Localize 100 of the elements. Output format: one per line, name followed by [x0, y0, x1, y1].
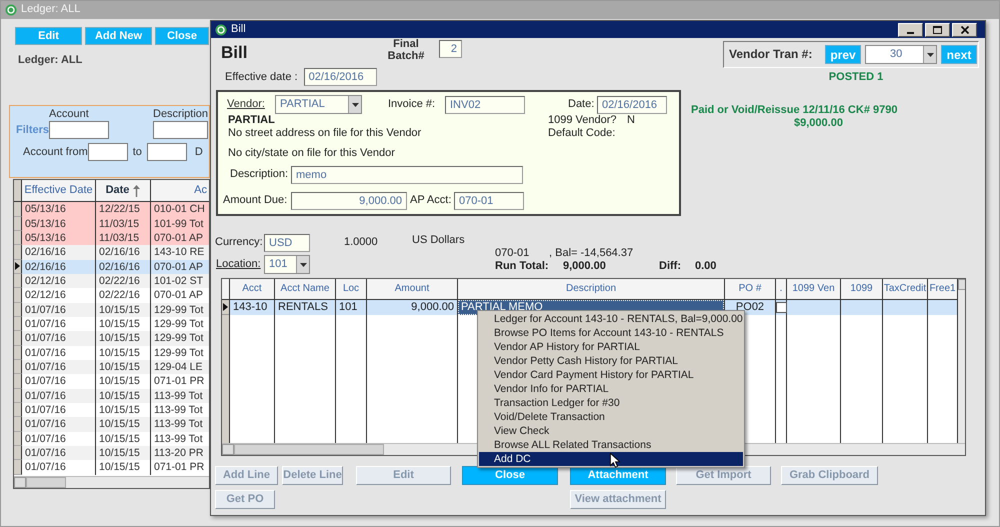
table-cell[interactable]: 101 [336, 300, 366, 315]
menu-item[interactable]: View Check [479, 424, 743, 438]
horizontal-scrollbar[interactable] [14, 476, 209, 488]
row-header[interactable] [14, 331, 22, 346]
table-row[interactable]: 02/16/16 02/16/16 143-10 RE [14, 245, 209, 260]
field-label: Account [49, 108, 90, 122]
table-cell-text: 070-01 AP [153, 230, 204, 246]
account-to-field[interactable] [146, 143, 187, 162]
column-header[interactable]: TaxCredit [883, 279, 927, 300]
row-header[interactable] [14, 346, 22, 360]
table-row[interactable]: 01/07/16 10/15/15 129-99 Tot [14, 302, 209, 317]
column-header[interactable]: Amount [367, 279, 457, 300]
vertical-scrollbar[interactable] [958, 279, 965, 443]
column-header[interactable]: Description [458, 279, 724, 300]
field-label: to [132, 146, 143, 159]
table-row[interactable]: 01/07/16 10/15/15 129-99 Tot [14, 331, 209, 346]
menu-item[interactable]: Transaction Ledger for #30 [479, 396, 743, 410]
column-header[interactable]: 1099 Ven [787, 279, 840, 300]
table-row[interactable]: 01/07/16 10/15/15 113-99 Tot [14, 417, 209, 432]
menu-item[interactable]: Ledger for Account 143-10 - RENTALS, Bal=9,000.00 [479, 312, 743, 326]
row-header[interactable] [14, 460, 22, 475]
row-header[interactable] [14, 245, 22, 260]
row-header[interactable] [14, 417, 22, 432]
row-header[interactable] [14, 216, 22, 231]
description-field[interactable] [153, 121, 208, 140]
column-header[interactable]: PO # [725, 279, 775, 300]
menu-item[interactable]: Vendor Info for PARTIAL [479, 382, 743, 396]
table-row[interactable]: 05/13/16 11/03/15 070-01 AP [14, 230, 209, 246]
column-header[interactable]: Ac [151, 180, 209, 202]
date-field[interactable]: 02/16/2016 [597, 96, 667, 114]
checkbox[interactable] [776, 302, 787, 313]
row-header[interactable] [14, 288, 22, 303]
effective-date-field[interactable]: 02/16/2016 [304, 68, 377, 86]
description-field[interactable]: memo [291, 166, 523, 184]
table-row[interactable]: 01/07/16 10/15/15 113-99 Tot [14, 388, 209, 403]
table-cell[interactable]: 9,000.00 [367, 300, 457, 315]
column-header[interactable]: Free1 [928, 279, 957, 300]
status-label: POSTED 1 [828, 71, 884, 84]
window-title: Ledger: ALL [21, 3, 80, 17]
menu-item[interactable]: Browse ALL Related Transactions [479, 438, 743, 452]
row-header[interactable] [14, 274, 22, 288]
table-row[interactable]: 01/07/16 10/15/15 129-99 Tot [14, 346, 209, 360]
row-header[interactable] [14, 202, 22, 217]
row-header[interactable] [14, 316, 22, 332]
field-label: Invoice #: [388, 98, 436, 112]
close-button[interactable] [952, 22, 977, 36]
table-cell-text: 071-01 PR [153, 460, 206, 475]
table-row[interactable]: 01/07/16 10/15/15 129-99 Tot [14, 316, 209, 332]
currency-field[interactable]: USD [264, 234, 310, 252]
table-row[interactable]: 01/07/16 10/15/15 113-20 PR [14, 446, 209, 460]
table-row[interactable]: 02/12/16 02/22/16 101-02 ST [14, 274, 209, 288]
row-header[interactable] [14, 302, 22, 317]
table-row[interactable]: 05/13/16 11/03/15 101-99 Tot [14, 216, 209, 231]
column-header[interactable]: 1099 [841, 279, 882, 300]
location-dropdown[interactable]: 101 [264, 255, 310, 274]
menu-item[interactable]: Void/Delete Transaction [479, 410, 743, 424]
menu-item[interactable]: Add DC [479, 452, 743, 466]
table-cell [883, 300, 927, 315]
table-row[interactable]: 01/07/16 10/15/15 113-99 Tot [14, 432, 209, 446]
row-header[interactable] [14, 446, 22, 460]
invoice-field[interactable]: INV02 [445, 96, 525, 114]
column-header[interactable]: . [776, 279, 786, 300]
field-label: Effective date : [225, 70, 298, 84]
total-value: 0.00 [695, 260, 716, 274]
account-from-field[interactable] [88, 143, 128, 162]
column-header[interactable]: Effective Date [22, 180, 96, 202]
column-header[interactable]: Acct [230, 279, 274, 300]
menu-item[interactable]: Browse PO Items for Account 143-10 - RENTALS [479, 326, 743, 340]
table-row[interactable]: 05/13/16 12/22/15 010-01 CH [14, 202, 209, 217]
vendor-dropdown[interactable]: PARTIAL [275, 95, 362, 114]
table-cell[interactable]: RENTALS [275, 300, 335, 315]
row-header[interactable] [14, 360, 22, 374]
menu-item[interactable]: Vendor Petty Cash History for PARTIAL [479, 354, 743, 368]
vendor-tran-dropdown[interactable]: 30 [865, 45, 937, 64]
table-row[interactable]: 01/07/16 10/15/15 113-99 Tot [14, 403, 209, 418]
ap-account-field[interactable]: 070-01 [454, 192, 524, 210]
maximize-button[interactable] [925, 22, 950, 36]
row-header[interactable] [14, 374, 22, 389]
batch-field[interactable]: 2 [439, 40, 462, 58]
column-header[interactable]: Loc [336, 279, 366, 300]
row-header[interactable] [14, 432, 22, 446]
account-field[interactable] [49, 121, 109, 140]
row-header[interactable] [14, 260, 22, 274]
table-cell[interactable]: 143-10 [230, 300, 274, 315]
app-icon [5, 4, 17, 16]
minimize-button[interactable] [898, 22, 923, 36]
vendor-link[interactable]: Vendor: [227, 98, 275, 112]
row-header[interactable] [222, 300, 229, 315]
table-row[interactable]: 02/16/16 02/16/16 070-01 AP [14, 260, 209, 274]
column-header[interactable]: Date [96, 180, 151, 202]
row-header[interactable] [14, 403, 22, 418]
menu-item[interactable]: Vendor AP History for PARTIAL [479, 340, 743, 354]
column-header[interactable]: Acct Name [275, 279, 335, 300]
field-label: Description [153, 108, 208, 122]
row-header[interactable] [14, 230, 22, 246]
table-row[interactable]: 01/07/16 10/15/15 129-04 LE [14, 360, 209, 374]
row-header[interactable] [14, 388, 22, 403]
payment-note: Paid or Void/Reissue 12/11/16 CK# 9790 [691, 104, 898, 118]
amount-field[interactable]: 9,000.00 [291, 192, 407, 210]
menu-item[interactable]: Vendor Card Payment History for PARTIAL [479, 368, 743, 382]
